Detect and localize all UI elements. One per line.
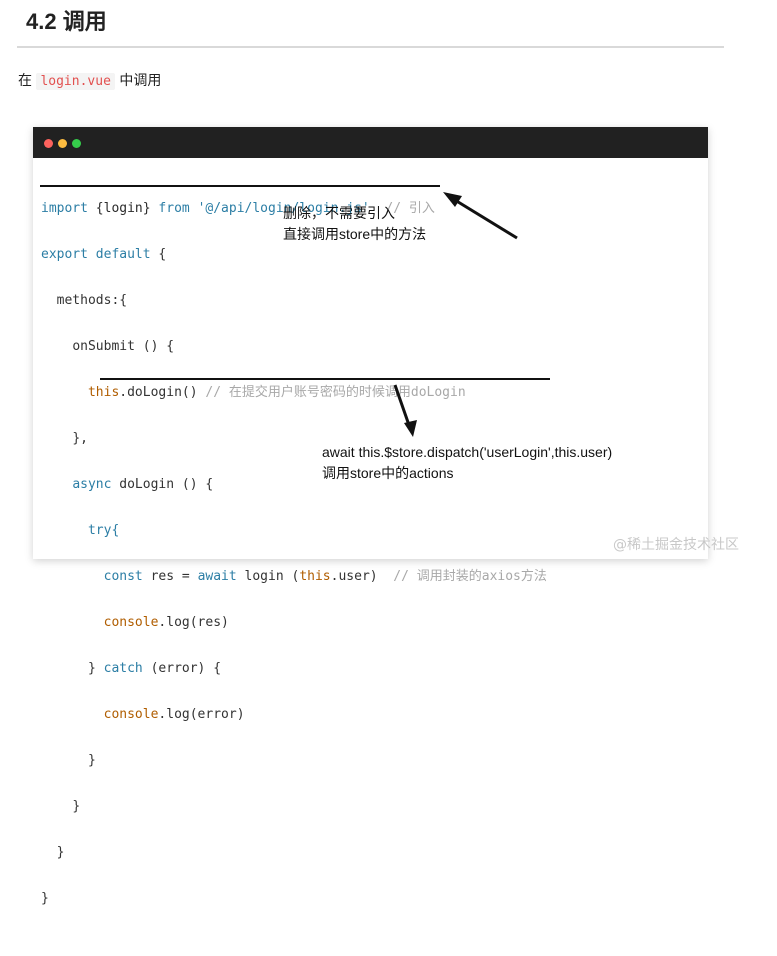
code-line: }: [56, 845, 65, 860]
close-dot-icon: [44, 139, 53, 148]
code-line: }: [87, 753, 96, 768]
code-line: methods:{: [56, 293, 128, 308]
section-heading: 4.2 调用: [26, 9, 107, 34]
file-name-code: login.vue: [36, 73, 115, 90]
watermark: @稀土掘金技术社区: [613, 537, 739, 553]
underline-mark: [100, 378, 550, 380]
code-line: }: [72, 799, 81, 814]
code-line: console.log(res): [103, 615, 229, 630]
code-line: try{: [87, 523, 120, 538]
para-suffix: 中调用: [119, 73, 162, 89]
annotation-dispatch: await this.$store.dispatch('userLogin',t…: [322, 444, 613, 481]
code-titlebar: [33, 127, 708, 158]
para-prefix: 在: [18, 73, 32, 89]
code-line: }: [41, 891, 49, 906]
code-line: console.log(error): [103, 707, 245, 722]
code-line: this.doLogin() // 在提交用户账号密码的时候调用doLogin: [87, 385, 466, 400]
code-line: onSubmit () {: [72, 339, 175, 354]
maximize-dot-icon: [72, 139, 81, 148]
code-line: const res = await login (this.user) // 调…: [103, 569, 547, 584]
heading-divider: [17, 46, 724, 48]
intro-paragraph: 在 login.vue 中调用: [18, 71, 161, 92]
annotation-delete-import: 删除，不需要引入 直接调用store中的方法: [283, 205, 427, 242]
code-line: export default {: [41, 247, 167, 262]
code-line: } catch (error) {: [87, 661, 222, 676]
minimize-dot-icon: [58, 139, 67, 148]
code-block: import {login} from '@/api/login/login.j…: [33, 127, 708, 906]
code-content: import {login} from '@/api/login/login.j…: [41, 174, 547, 956]
strikethrough-line: [40, 185, 440, 187]
